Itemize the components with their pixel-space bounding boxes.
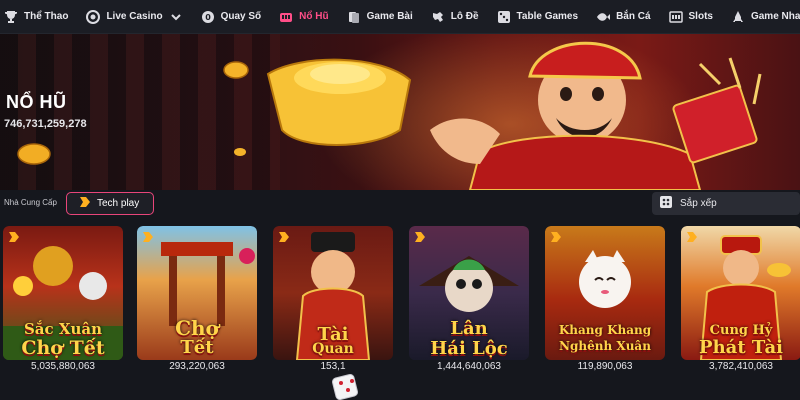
game-card-cho-tet[interactable]: Chợ Tết 293,220,063 <box>137 226 257 390</box>
game-grid: Sắc Xuân Chợ Tết 5,035,880,063 Chợ Tết 2… <box>0 224 800 400</box>
nav-item-quay-so[interactable]: 0 Quay Số <box>197 0 262 33</box>
dragon-icon <box>431 10 445 24</box>
nav-label: Table Games <box>516 11 579 22</box>
game-card-khang-khang-nghenh-xuan[interactable]: Khang Khang Nghênh Xuân 119,890,063 <box>545 226 665 390</box>
game-thumbnail: Khang Khang Nghênh Xuân <box>545 226 665 360</box>
game-card-cung-hy-phat-tai[interactable]: Cung Hỷ Phát Tài 3,782,410,063 <box>681 226 800 390</box>
game-title-line2: Quan <box>312 341 354 357</box>
rocket-icon <box>731 10 745 24</box>
game-title-line2: Phát Tài <box>699 337 783 358</box>
game-title-line2: Tết <box>180 337 214 358</box>
game-thumbnail: Tài Quan <box>273 226 393 360</box>
banner-jackpot-total: 746,731,259,278 <box>4 118 87 130</box>
slot-machine-icon <box>668 10 683 24</box>
nav-item-table-games[interactable]: Table Games <box>493 0 579 33</box>
nav-item-the-thao[interactable]: Thể Thao <box>0 0 69 33</box>
game-title-line1: Lân <box>450 318 488 339</box>
nav-label: Nổ Hũ <box>299 11 329 22</box>
nav-item-game-bai[interactable]: Game Bài <box>343 0 413 33</box>
dice-icon <box>332 374 358 400</box>
hero-banner: NỔ HŨ 746,731,259,278 <box>0 34 800 190</box>
hot-badge-icon <box>278 230 290 248</box>
game-jackpot: 153,1 <box>320 361 346 372</box>
jackpot-icon <box>279 10 293 24</box>
hot-badge-icon <box>414 230 426 248</box>
dice-icon <box>497 10 511 24</box>
nav-label: Bắn Cá <box>616 11 651 22</box>
game-card-sac-xuan-cho-tet[interactable]: Sắc Xuân Chợ Tết 5,035,880,063 <box>3 226 123 390</box>
game-title-line2: Nghênh Xuân <box>559 339 651 353</box>
provider-chip-techplay[interactable]: Tech play <box>66 192 154 215</box>
nav-label: Quay Số <box>220 11 262 22</box>
provider-label: Nhà Cung Cấp <box>4 198 57 207</box>
game-card-lan-hai-loc[interactable]: Lân Hái Lộc 1,444,640,063 <box>409 226 529 390</box>
game-jackpot: 119,890,063 <box>577 361 633 372</box>
game-jackpot: 5,035,880,063 <box>31 361 95 372</box>
trophy-icon <box>4 10 18 24</box>
filter-row: Nhà Cung Cấp Tech play Sắp xếp <box>0 190 800 224</box>
nav-label: Live Casino <box>106 11 163 22</box>
cards-icon <box>347 10 361 24</box>
nav-label: Game Nhanh <box>750 11 800 22</box>
game-thumbnail: Sắc Xuân Chợ Tết <box>3 226 123 360</box>
game-title-line1: Chợ <box>175 316 219 340</box>
nav-label: Lô Đề <box>450 11 479 22</box>
banner-title: NỔ HŨ <box>6 92 67 112</box>
game-title-line2: Chợ Tết <box>21 337 105 359</box>
game-card-tai-quan[interactable]: Tài Quan 153,1 <box>273 226 393 390</box>
game-jackpot: 1,444,640,063 <box>437 361 501 372</box>
nav-item-ban-ca[interactable]: Bắn Cá <box>592 0 651 33</box>
lottery-ball-icon: 0 <box>201 10 215 24</box>
nav-item-live-casino[interactable]: Live Casino <box>82 0 183 33</box>
svg-text:0: 0 <box>205 13 211 22</box>
hot-badge-icon <box>8 230 20 248</box>
game-jackpot: 3,782,410,063 <box>709 361 773 372</box>
game-thumbnail: Lân Hái Lộc <box>409 226 529 360</box>
sort-label: Sắp xếp <box>680 198 717 209</box>
provider-chip-label: Tech play <box>97 198 140 209</box>
techplay-logo-icon <box>79 196 91 211</box>
game-title-line1: Sắc Xuân <box>23 320 103 338</box>
hot-badge-icon <box>550 230 562 248</box>
game-jackpot: 293,220,063 <box>169 361 225 372</box>
chip-icon <box>86 9 101 24</box>
nav-item-game-nhanh[interactable]: Game Nhanh <box>727 0 800 33</box>
nav-label: Thể Thao <box>24 11 69 22</box>
fish-icon <box>596 10 611 24</box>
game-thumbnail: Cung Hỷ Phát Tài <box>681 226 800 360</box>
nav-item-slots[interactable]: Slots <box>665 0 713 33</box>
banner-illustration <box>17 41 762 190</box>
nav-label: Game Bài <box>366 11 413 22</box>
nav-item-no-hu[interactable]: Nổ Hũ <box>275 0 329 33</box>
game-title-line2: Hái Lộc <box>430 338 508 359</box>
sort-icon <box>660 196 672 211</box>
game-title-line1: Khang Khang <box>558 323 652 337</box>
chevron-down-icon <box>169 10 183 24</box>
game-thumbnail: Chợ Tết <box>137 226 257 360</box>
sort-button[interactable]: Sắp xếp <box>652 192 800 215</box>
game-title-line1: Cung Hỷ <box>709 323 773 338</box>
hot-badge-icon <box>142 230 154 248</box>
hot-badge-icon <box>686 230 698 248</box>
top-nav: Thể Thao Live Casino 0 Quay Số Nổ Hũ Gam… <box>0 0 800 34</box>
nav-item-lo-de[interactable]: Lô Đề <box>427 0 479 33</box>
nav-label: Slots <box>688 11 713 22</box>
